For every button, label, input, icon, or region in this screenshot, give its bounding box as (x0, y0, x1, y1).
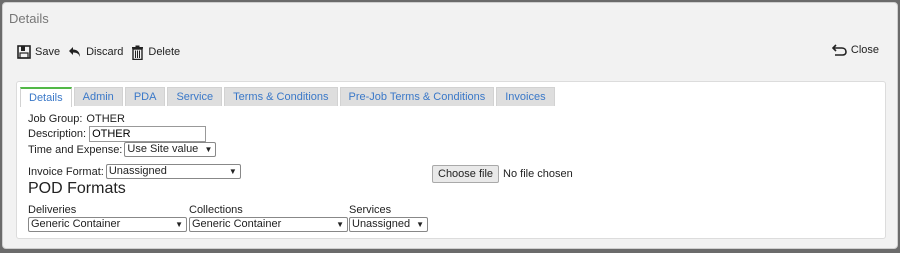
tab-pre-job-terms-conditions[interactable]: Pre-Job Terms & Conditions (339, 87, 495, 106)
tab-bar: Details Admin PDA Service Terms & Condit… (20, 87, 557, 107)
details-form: Job Group: OTHER Description: Time and E… (17, 107, 885, 238)
details-panel: Details Admin PDA Service Terms & Condit… (16, 81, 886, 239)
collections-label: Collections (189, 204, 243, 216)
close-label: Close (850, 44, 879, 56)
undo-icon (69, 47, 81, 57)
save-button[interactable]: Save (17, 45, 60, 59)
dropdown-arrow-icon: ▼ (416, 220, 424, 229)
description-label: Description: (28, 128, 87, 140)
file-upload: Choose file No file chosen (432, 165, 573, 183)
tab-admin[interactable]: Admin (73, 87, 123, 106)
tab-terms-conditions[interactable]: Terms & Conditions (224, 87, 338, 106)
close-button[interactable]: Close (831, 44, 879, 56)
choose-file-button[interactable]: Choose file (432, 165, 500, 183)
time-expense-value: Use Site value (127, 143, 199, 155)
services-value: Unassigned (352, 218, 411, 230)
time-expense-label: Time and Expense: (28, 143, 123, 156)
tab-invoices[interactable]: Invoices (496, 87, 555, 106)
services-column: Services Unassigned ▼ (349, 204, 428, 232)
job-group-value: OTHER (86, 113, 125, 125)
discard-button[interactable]: Discard (68, 46, 123, 58)
collections-value: Generic Container (192, 218, 282, 230)
collections-select[interactable]: Generic Container ▼ (189, 217, 348, 232)
tab-details[interactable]: Details (20, 87, 72, 107)
tab-service[interactable]: Service (167, 87, 223, 106)
deliveries-column: Deliveries Generic Container ▼ (28, 204, 187, 232)
invoice-format-label: Invoice Format: (28, 165, 104, 178)
job-group-label: Job Group: (28, 113, 83, 125)
dropdown-arrow-icon: ▼ (336, 220, 344, 229)
invoice-format-value: Unassigned (108, 165, 167, 177)
dropdown-arrow-icon: ▼ (228, 167, 237, 176)
description-row: Description: (28, 126, 207, 142)
dropdown-arrow-icon: ▼ (175, 220, 183, 229)
trash-icon (132, 45, 144, 60)
pod-formats-title: POD Formats (28, 180, 126, 197)
services-label: Services (349, 204, 392, 216)
invoice-format-row: Invoice Format: Unassigned ▼ (28, 164, 241, 179)
details-window: Details Save Discard Delete Close Detail… (2, 2, 898, 249)
collections-column: Collections Generic Container ▼ (189, 204, 348, 232)
time-expense-row: Time and Expense: Use Site value ▼ (28, 142, 217, 157)
return-arrow-icon (831, 44, 847, 56)
discard-label: Discard (86, 46, 124, 58)
deliveries-value: Generic Container (31, 218, 121, 230)
delete-button[interactable]: Delete (131, 45, 180, 60)
delete-label: Delete (148, 46, 181, 58)
description-field[interactable] (89, 126, 207, 142)
tab-pda[interactable]: PDA (124, 87, 166, 106)
file-status: No file chosen (503, 168, 573, 180)
time-expense-select[interactable]: Use Site value ▼ (124, 142, 217, 157)
invoice-format-select[interactable]: Unassigned ▼ (105, 164, 241, 179)
services-select[interactable]: Unassigned ▼ (349, 217, 428, 232)
job-group-row: Job Group: OTHER (28, 113, 125, 125)
save-icon (17, 45, 31, 59)
deliveries-select[interactable]: Generic Container ▼ (28, 217, 187, 232)
deliveries-label: Deliveries (28, 204, 77, 216)
dropdown-arrow-icon: ▼ (204, 145, 213, 154)
window-title: Details (9, 11, 49, 26)
toolbar: Save Discard Delete (17, 43, 188, 61)
save-label: Save (35, 46, 61, 58)
